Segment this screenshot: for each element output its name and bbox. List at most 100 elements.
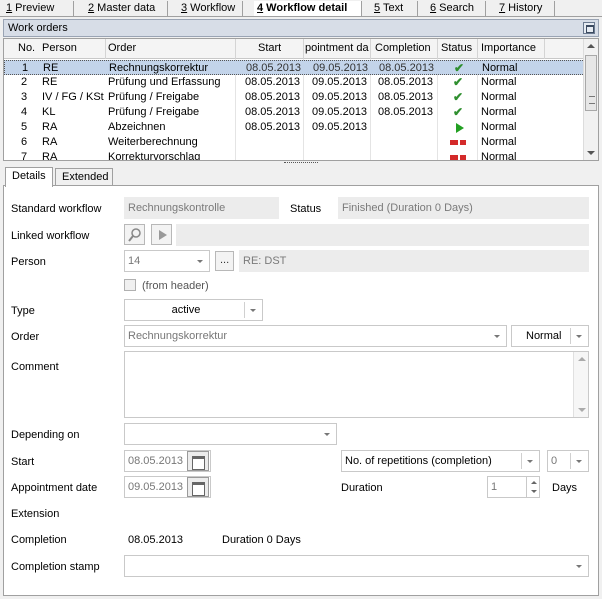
chevron-down-icon[interactable] [191, 251, 209, 271]
comment-textarea[interactable] [124, 351, 589, 418]
scroll-thumb[interactable] [585, 55, 597, 111]
cell-no: 1 [22, 62, 29, 74]
column-header-no[interactable]: No. [18, 42, 35, 54]
cell-importance: Normal [481, 151, 517, 161]
cell-importance: Normal [481, 91, 517, 103]
duration-field[interactable]: 1 [487, 476, 540, 498]
from-header-checkbox[interactable] [124, 279, 136, 291]
top-tab-bar: 1 Preview 2 Master data 3 Workflow 4 Wor… [0, 0, 602, 17]
chevron-down-icon[interactable] [318, 424, 336, 444]
status-label: Status [290, 203, 322, 215]
cell-person: KL [42, 106, 56, 118]
appointment-date-value: 09.05.2013 [128, 481, 184, 493]
grid-header: No. Person Order Start pointment da Comp… [4, 39, 585, 59]
column-header-order[interactable]: Order [108, 42, 136, 54]
cell-order: Rechnungskorrektur [109, 62, 209, 74]
cell-completion: 08.05.2013 [378, 106, 434, 118]
table-row[interactable]: 1 RE Rechnungskorrektur 08.05.2013 09.05.201… [4, 60, 585, 75]
tab-details[interactable]: Details [5, 167, 53, 187]
tab-history-label: History [505, 2, 543, 14]
person-browse-button[interactable]: ... [215, 251, 234, 271]
chevron-down-icon[interactable] [521, 451, 539, 471]
column-header-person[interactable]: Person [42, 42, 77, 54]
tab-extended[interactable]: Extended [55, 168, 113, 186]
type-select[interactable]: active [124, 299, 263, 321]
linked-workflow-field [176, 224, 589, 246]
tab-history[interactable]: 7 History [499, 1, 555, 16]
column-header-appointment[interactable]: pointment da [305, 42, 369, 54]
linked-workflow-search-button[interactable] [124, 224, 145, 245]
search-icon [128, 228, 141, 242]
cell-no: 3 [21, 91, 28, 103]
calendar-icon[interactable] [187, 477, 209, 497]
tab-search[interactable]: 6 Search [430, 1, 486, 16]
repetitions-count-value: 0 [551, 455, 558, 467]
table-row[interactable]: 5 RA Abzeichnen 08.05.2013 09.05.2013 Normal [4, 120, 585, 135]
tab-text-label: Text [380, 2, 404, 14]
chevron-down-icon[interactable] [570, 451, 588, 471]
table-row[interactable]: 3 IV / FG / KSt Prüfung / Freigabe 08.05.20… [4, 90, 585, 105]
cell-importance: Normal [481, 136, 517, 148]
table-row[interactable]: 4 KL Prüfung / Freigabe 08.05.2013 09.05.201… [4, 105, 585, 120]
cell-no: 6 [21, 136, 28, 148]
tab-master-data[interactable]: 2 Master data [88, 1, 168, 16]
cell-person: RE [43, 62, 59, 74]
table-row[interactable]: 7 RA Korrekturvorschlag Normal [4, 150, 585, 161]
repetitions-select[interactable]: No. of repetitions (completion) [341, 450, 540, 472]
grid-vertical-scrollbar[interactable] [583, 39, 598, 160]
chevron-down-icon[interactable] [570, 556, 588, 576]
chevron-down-icon[interactable] [488, 326, 506, 346]
maximize-panel-icon[interactable] [583, 22, 595, 34]
column-header-start[interactable]: Start [258, 42, 281, 54]
status-done-icon: ✔ [453, 105, 464, 119]
column-header-status[interactable]: Status [441, 42, 472, 54]
linked-workflow-open-button[interactable] [151, 224, 172, 245]
person-select[interactable]: 14 [124, 250, 210, 272]
order-select[interactable]: Rechnungskorrektur [124, 325, 507, 347]
tab-workflow-detail[interactable]: 4 Workflow detail [254, 1, 362, 16]
cell-person: IV / FG / KSt [42, 91, 104, 103]
chevron-down-icon[interactable] [244, 300, 262, 320]
cell-order: Weiterberechnung [108, 136, 198, 148]
cell-person: RA [42, 121, 58, 133]
table-row[interactable]: 6 RA Weiterberechnung Normal [4, 135, 585, 150]
repetitions-count-select[interactable]: 0 [547, 450, 589, 472]
tab-text[interactable]: 5 Text [374, 1, 418, 16]
tab-preview[interactable]: 1 Preview [6, 1, 74, 16]
comment-scrollbar[interactable] [573, 352, 588, 417]
scroll-down-icon[interactable] [587, 151, 595, 155]
work-orders-panel-header: Work orders [3, 19, 599, 37]
extension-label: Extension [11, 508, 60, 520]
status-field: Finished (Duration 0 Days) [338, 197, 589, 219]
importance-select[interactable]: Normal [511, 325, 589, 347]
column-header-importance[interactable]: Importance [481, 42, 536, 54]
duration-spinner-icon[interactable] [526, 477, 539, 497]
cell-order: Prüfung / Freigabe [108, 91, 200, 103]
completion-stamp-label: Completion stamp [11, 561, 100, 573]
start-label: Start [11, 456, 35, 468]
scroll-up-icon[interactable] [587, 44, 595, 48]
start-date-value: 08.05.2013 [128, 455, 184, 467]
status-done-icon: ✔ [453, 90, 464, 104]
work-orders-grid[interactable]: No. Person Order Start pointment da Comp… [3, 38, 599, 161]
tab-master-data-label: Master data [94, 2, 156, 14]
tab-search-label: Search [436, 2, 475, 14]
tab-preview-label: Preview [12, 2, 55, 14]
tab-workflow[interactable]: 3 Workflow [181, 1, 243, 16]
calendar-icon[interactable] [187, 451, 209, 471]
depending-on-select[interactable] [124, 423, 337, 445]
panel-splitter[interactable] [284, 162, 318, 165]
cell-person: RE [42, 76, 58, 88]
chevron-down-icon[interactable] [570, 326, 588, 346]
depending-on-label: Depending on [11, 429, 80, 441]
completion-stamp-select[interactable] [124, 555, 589, 577]
cell-order: Prüfung und Erfassung [108, 76, 221, 88]
cell-no: 7 [21, 151, 28, 161]
cell-no: 2 [21, 76, 28, 88]
table-row[interactable]: 2 RE Prüfung und Erfassung 08.05.2013 09.05.… [4, 75, 585, 90]
cell-order: Abzeichnen [108, 121, 166, 133]
cell-appointment: 09.05.2013 [312, 121, 368, 133]
completion-date-value: 08.05.2013 [128, 534, 184, 546]
column-header-completion[interactable]: Completion [375, 42, 431, 54]
comment-label: Comment [11, 361, 59, 373]
